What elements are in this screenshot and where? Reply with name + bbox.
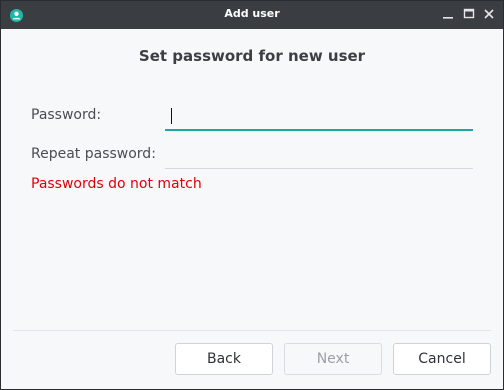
title-bar[interactable]: Add user [1,1,503,29]
minimize-icon[interactable] [441,7,455,21]
maximize-icon[interactable] [462,7,476,21]
repeat-password-label: Repeat password: [31,146,156,162]
text-cursor [171,108,172,124]
repeat-password-input[interactable] [165,144,473,169]
password-mismatch-error: Passwords do not match [31,176,202,192]
dialog-heading: Set password for new user [138,47,366,65]
password-input[interactable] [165,105,473,131]
footer-divider [13,330,491,331]
cancel-button[interactable]: Cancel [393,343,491,375]
add-user-window: Add user Set password for new user Passw… [0,0,504,390]
close-icon[interactable] [482,7,496,21]
back-button[interactable]: Back [175,343,273,375]
password-label: Password: [31,107,102,123]
window-title: Add user [224,7,280,20]
next-button[interactable]: Next [284,343,382,375]
